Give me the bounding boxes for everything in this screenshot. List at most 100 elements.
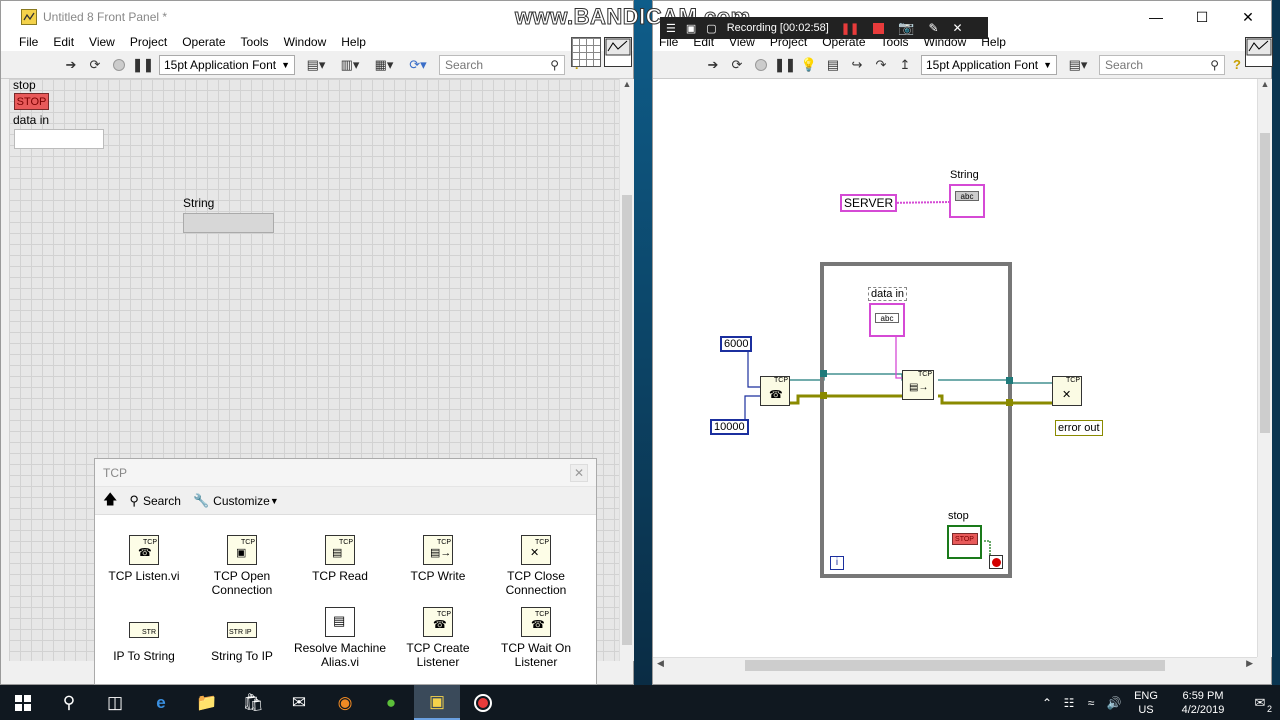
distribute-objects-icon[interactable]: ▥▾ — [336, 56, 364, 74]
windows-start-icon[interactable] — [0, 685, 46, 720]
menu-view[interactable]: View — [89, 35, 115, 49]
stop-recording-icon[interactable] — [873, 22, 885, 34]
wifi-icon[interactable]: ≈ — [1080, 685, 1102, 720]
wire-error[interactable] — [790, 394, 920, 405]
menu-operate[interactable]: Operate — [182, 35, 225, 49]
data-in-terminal[interactable]: abc — [869, 303, 905, 337]
port-constant[interactable]: 6000 — [720, 336, 753, 352]
palette-item-ip-to-string[interactable]: STR IP To String — [95, 615, 193, 663]
pencil-icon[interactable]: ✎ — [928, 21, 938, 35]
scroll-up-arrow-icon[interactable]: ▲ — [620, 79, 634, 89]
pause-icon[interactable]: ❚❚ — [774, 56, 796, 74]
palette-item-tcp-listen[interactable]: TCP ☎ TCP Listen.vi — [95, 535, 193, 583]
front-panel-vertical-scrollbar[interactable]: ▲ — [619, 79, 634, 661]
server-string-constant[interactable]: SERVER — [840, 194, 898, 212]
menu-help[interactable]: Help — [341, 35, 366, 49]
vi-icon[interactable] — [604, 37, 632, 67]
palette-titlebar[interactable]: TCP ✕ — [95, 459, 596, 487]
mail-icon[interactable]: ✉ — [276, 685, 322, 720]
align-objects-icon[interactable]: ▤▾ — [1064, 56, 1092, 74]
connector-pane[interactable] — [571, 37, 601, 67]
scroll-left-arrow-icon[interactable]: ◀ — [657, 658, 664, 669]
notification-center-icon[interactable]: ✉ 2 — [1240, 685, 1280, 720]
scroll-thumb[interactable] — [745, 660, 1165, 671]
step-out-icon[interactable]: ↥ — [896, 56, 914, 74]
help-question-icon[interactable]: ? — [1228, 56, 1246, 74]
menu-edit[interactable]: Edit — [53, 35, 74, 49]
window-mode-icon[interactable]: ▣ — [686, 22, 696, 35]
palette-item-tcp-close-connection[interactable]: TCP ✕ TCP Close Connection — [487, 535, 585, 597]
menu-window[interactable]: Window — [284, 35, 327, 49]
wire-connection-ref[interactable] — [790, 373, 920, 381]
stop-button[interactable]: STOP — [14, 93, 49, 110]
edge-browser-icon[interactable]: e — [138, 685, 184, 720]
scroll-up-arrow-icon[interactable]: ▲ — [1258, 79, 1272, 89]
maximize-icon[interactable]: ☐ — [1179, 9, 1225, 26]
loop-tunnel-ref-in[interactable] — [820, 370, 827, 377]
clock[interactable]: 6:59 PM 4/2/2019 — [1166, 689, 1240, 717]
tcp-close-node[interactable]: TCP ✕ — [1052, 376, 1082, 406]
reorder-icon[interactable]: ⟳▾ — [404, 56, 432, 74]
pause-icon[interactable]: ❚❚ — [132, 56, 154, 74]
palette-customize-button[interactable]: 🔧 Customize ▼ — [193, 493, 279, 509]
palette-item-tcp-wait-on-listener[interactable]: TCP ☎ TCP Wait On Listener — [487, 607, 585, 669]
loop-tunnel-err-in[interactable] — [820, 392, 827, 399]
scroll-thumb[interactable] — [622, 195, 632, 645]
close-recorder-icon[interactable]: ✕ — [953, 21, 963, 35]
resize-objects-icon[interactable]: ▦▾ — [370, 56, 398, 74]
search-input[interactable]: Search ⚲ — [439, 54, 565, 75]
palette-item-tcp-read[interactable]: TCP ▤ TCP Read — [291, 535, 389, 583]
wire-error-out[interactable] — [938, 394, 1052, 405]
run-arrow-icon[interactable]: ➔ — [62, 56, 80, 74]
step-over-icon[interactable]: ↷ — [872, 56, 890, 74]
align-objects-icon[interactable]: ▤▾ — [302, 56, 330, 74]
data-in-control[interactable] — [14, 129, 104, 149]
camera-icon[interactable]: 📷 — [898, 20, 914, 36]
store-icon[interactable]: 🛍 — [230, 685, 276, 720]
retain-wire-values-icon[interactable]: ▤ — [824, 56, 842, 74]
stop-terminal[interactable]: STOP — [947, 525, 982, 559]
blender-icon[interactable]: ◉ — [322, 685, 368, 720]
string-indicator-terminal[interactable]: abc — [949, 184, 985, 218]
run-continuously-icon[interactable]: ⟳ — [728, 56, 746, 74]
search-icon[interactable]: ⚲ — [46, 685, 92, 720]
green-app-icon[interactable]: ● — [368, 685, 414, 720]
speaker-icon[interactable]: 🔊 — [1102, 685, 1126, 720]
run-arrow-icon[interactable]: ➔ — [704, 56, 722, 74]
up-arrow-icon[interactable]: 🡅 — [103, 489, 117, 513]
palette-item-string-to-ip[interactable]: STR IP String To IP — [193, 615, 291, 663]
palette-search-button[interactable]: ⚲ Search — [129, 493, 181, 509]
menu-icon[interactable]: ☰ — [666, 22, 676, 35]
font-selector[interactable]: 15pt Application Font ▼ — [921, 54, 1057, 75]
language-indicator[interactable]: ENG US — [1126, 689, 1166, 717]
scroll-right-arrow-icon[interactable]: ▶ — [1246, 658, 1253, 669]
close-icon[interactable]: ✕ — [570, 463, 588, 482]
tcp-write-node[interactable]: TCP ▤→ — [902, 370, 934, 400]
loop-tunnel-ref-out[interactable] — [1006, 377, 1013, 384]
run-continuously-icon[interactable]: ⟳ — [86, 56, 104, 74]
network-icon[interactable]: ☷ — [1058, 685, 1080, 720]
highlight-execution-icon[interactable]: 💡 — [800, 56, 818, 74]
search-input[interactable]: Search ⚲ — [1099, 54, 1225, 75]
palette-item-tcp-open-connection[interactable]: TCP ▣ TCP Open Connection — [193, 535, 291, 597]
abort-icon[interactable] — [110, 56, 128, 74]
labview-taskbar-icon[interactable]: ▣ — [414, 685, 460, 720]
bandicam-taskbar-icon[interactable] — [460, 685, 506, 720]
menu-project[interactable]: Project — [130, 35, 167, 49]
pause-recording-icon[interactable]: ❚❚ — [841, 22, 859, 35]
task-view-icon[interactable]: ◫ — [92, 685, 138, 720]
abort-icon[interactable] — [752, 56, 770, 74]
region-mode-icon[interactable]: ▢ — [706, 22, 716, 35]
palette-item-tcp-create-listener[interactable]: TCP ☎ TCP Create Listener — [389, 607, 487, 669]
palette-item-resolve-machine-alias[interactable]: ▤ Resolve Machine Alias.vi — [291, 607, 389, 669]
wire-connection-ref-out[interactable] — [938, 379, 1052, 384]
loop-tunnel-err-out[interactable] — [1006, 399, 1013, 406]
palette-item-tcp-write[interactable]: TCP ▤→ TCP Write — [389, 535, 487, 583]
error-out-indicator[interactable]: error out — [1055, 420, 1103, 436]
loop-condition-terminal[interactable] — [989, 555, 1003, 569]
menu-file[interactable]: File — [19, 35, 38, 49]
chevron-up-icon[interactable]: ⌃ — [1036, 685, 1058, 720]
file-explorer-icon[interactable]: 📁 — [184, 685, 230, 720]
menu-tools[interactable]: Tools — [241, 35, 269, 49]
block-diagram-vertical-scrollbar[interactable]: ▲ — [1257, 79, 1272, 657]
